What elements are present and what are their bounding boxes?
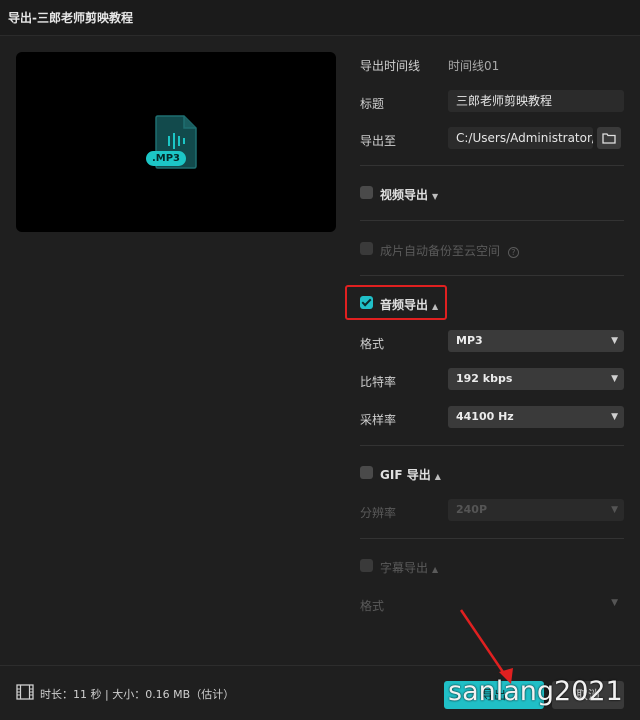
subtitle-export-toggle[interactable]: 字幕导出 ▲ bbox=[380, 559, 438, 576]
chevron-down-icon: ▼ bbox=[611, 412, 618, 422]
video-export-checkbox[interactable] bbox=[360, 186, 373, 199]
chevron-down-icon: ▼ bbox=[432, 192, 439, 201]
preview-panel: .MP3 bbox=[16, 52, 336, 232]
video-export-label: 视频导出 bbox=[380, 188, 429, 202]
window-title: 导出-三郎老师剪映教程 bbox=[8, 11, 133, 25]
samplerate-value: 44100 Hz bbox=[456, 410, 514, 423]
audio-export-toggle[interactable]: 音频导出 ▲ bbox=[380, 296, 438, 313]
chevron-up-icon: ▲ bbox=[434, 472, 441, 481]
folder-icon bbox=[602, 133, 616, 144]
video-export-toggle[interactable]: 视频导出 ▼ bbox=[380, 186, 438, 203]
resolution-value: 240P bbox=[456, 503, 488, 516]
film-icon bbox=[16, 684, 34, 700]
gif-export-toggle[interactable]: GIF 导出 ▲ bbox=[380, 466, 441, 483]
browse-folder-button[interactable] bbox=[597, 127, 621, 149]
title-label: 标题 bbox=[360, 97, 385, 111]
samplerate-select[interactable]: 44100 Hz ▼ bbox=[448, 406, 624, 428]
resolution-label: 分辨率 bbox=[360, 506, 397, 520]
export-to-label: 导出至 bbox=[360, 134, 397, 148]
export-summary: 时长：11 秒 | 大小：0.16 MB（估计） bbox=[40, 688, 235, 701]
watermark-text: sanlang2021 bbox=[448, 676, 623, 707]
subtitle-format-label: 格式 bbox=[360, 599, 385, 613]
file-type-badge: .MP3 bbox=[146, 151, 186, 166]
divider bbox=[360, 220, 624, 221]
divider bbox=[360, 538, 624, 539]
export-path-input[interactable]: C:/Users/Administrator/... bbox=[448, 127, 593, 149]
resolution-select[interactable]: 240P ▼ bbox=[448, 499, 624, 521]
bitrate-value: 192 kbps bbox=[456, 372, 513, 385]
format-select[interactable]: MP3 ▼ bbox=[448, 330, 624, 352]
window-titlebar: 导出-三郎老师剪映教程 bbox=[0, 0, 640, 36]
samplerate-label: 采样率 bbox=[360, 413, 397, 427]
format-label: 格式 bbox=[360, 337, 385, 351]
bitrate-select[interactable]: 192 kbps ▼ bbox=[448, 368, 624, 390]
help-icon[interactable]: ? bbox=[507, 247, 519, 258]
cloud-backup-checkbox[interactable] bbox=[360, 242, 373, 255]
chevron-down-icon: ▼ bbox=[611, 336, 618, 346]
audio-export-checkbox[interactable] bbox=[360, 296, 373, 309]
subtitle-export-checkbox[interactable] bbox=[360, 559, 373, 572]
title-input[interactable]: 三郎老师剪映教程 bbox=[448, 90, 624, 112]
chevron-down-icon: ▼ bbox=[611, 598, 618, 608]
timeline-label: 导出时间线 bbox=[360, 59, 421, 73]
chevron-up-icon: ▲ bbox=[432, 565, 439, 574]
cloud-backup-label: 成片自动备份至云空间 bbox=[380, 244, 501, 258]
format-value: MP3 bbox=[456, 334, 483, 347]
bitrate-label: 比特率 bbox=[360, 375, 397, 389]
subtitle-export-label: 字幕导出 bbox=[380, 561, 429, 575]
chevron-up-icon: ▲ bbox=[432, 302, 439, 311]
cloud-backup-row: 成片自动备份至云空间 ? bbox=[380, 242, 519, 259]
chevron-down-icon: ▼ bbox=[611, 374, 618, 384]
divider bbox=[360, 165, 624, 166]
annotation-arrow-icon bbox=[459, 609, 513, 684]
gif-export-checkbox[interactable] bbox=[360, 466, 373, 479]
chevron-down-icon: ▼ bbox=[611, 505, 618, 515]
timeline-value: 时间线01 bbox=[448, 59, 500, 73]
audio-export-label: 音频导出 bbox=[380, 298, 429, 312]
divider bbox=[360, 445, 624, 446]
divider bbox=[360, 275, 624, 276]
gif-export-label: GIF 导出 bbox=[380, 468, 431, 482]
